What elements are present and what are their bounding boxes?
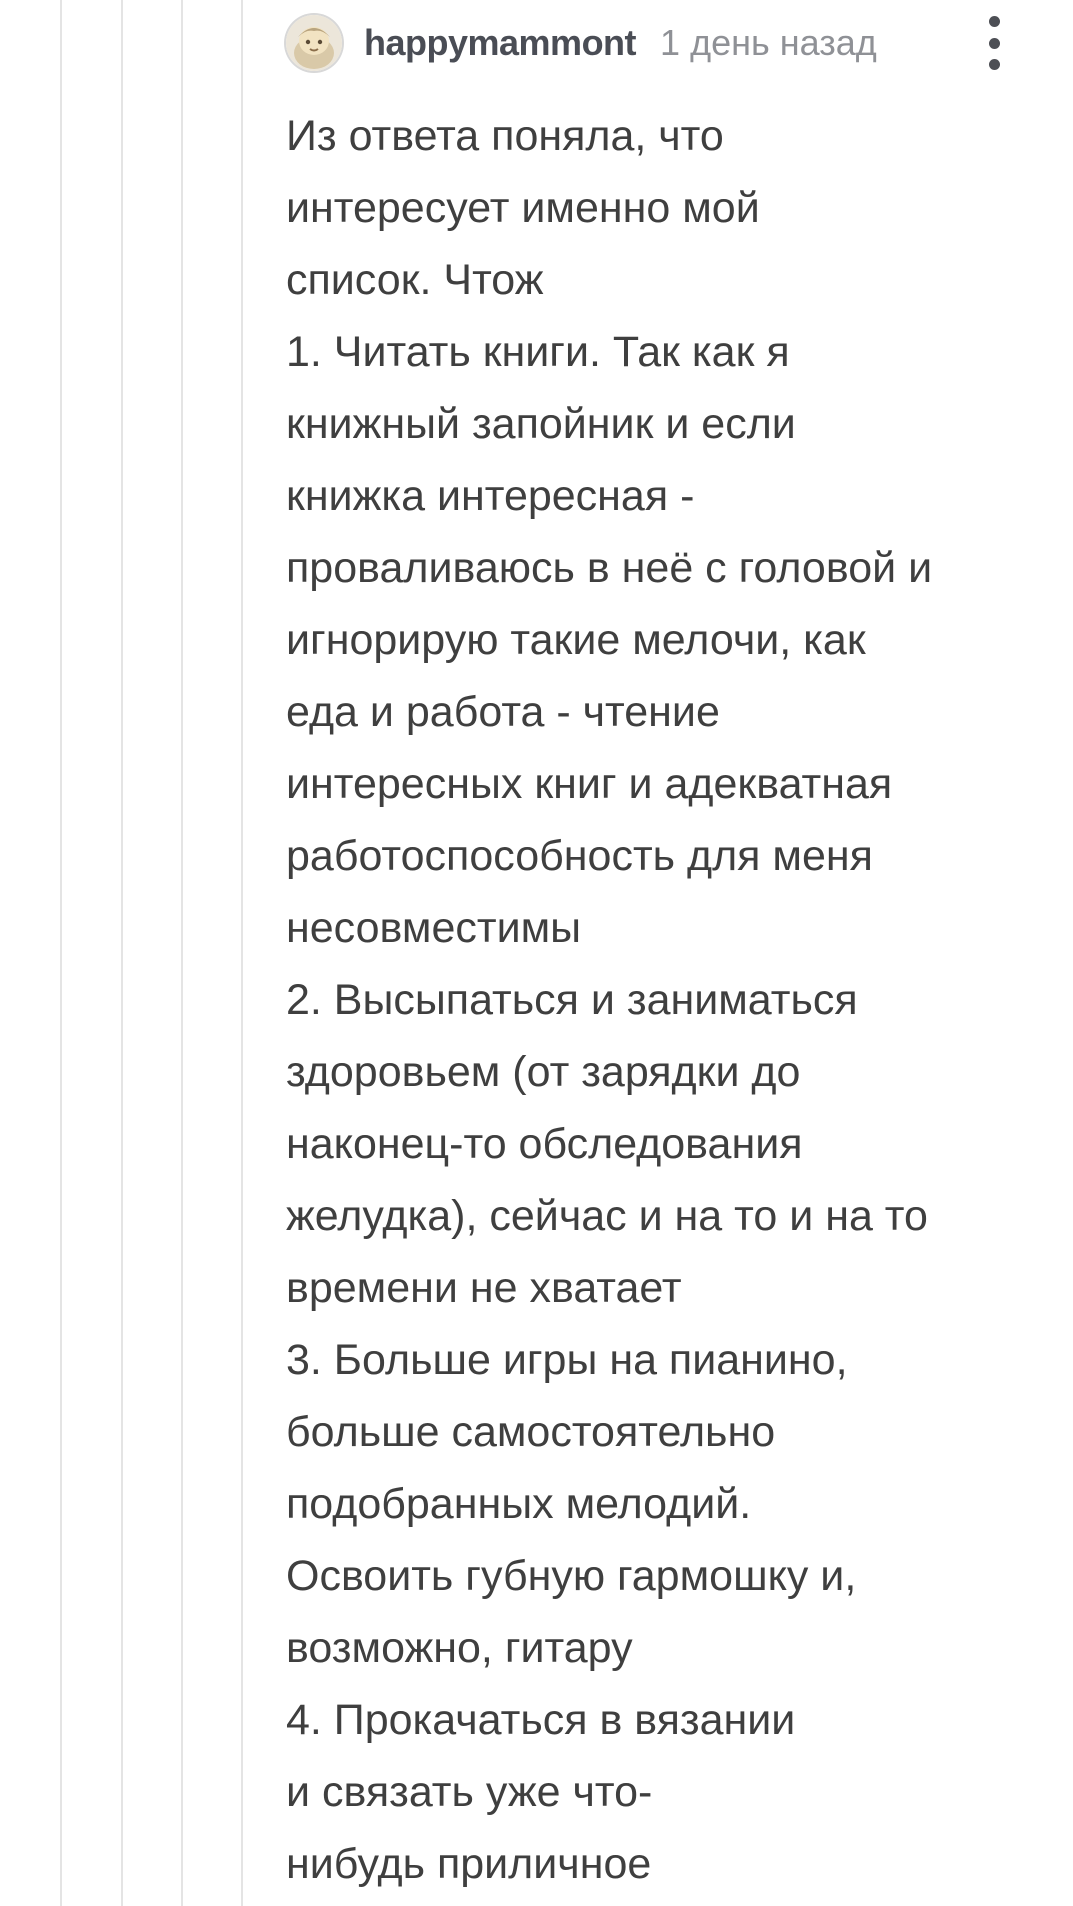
comment-text-line: 3. Больше игры на пианино,	[286, 1336, 848, 1384]
comment-text-line: возможно, гитару	[286, 1624, 633, 1672]
thread-line	[181, 0, 183, 1906]
comment-body: Из ответа поняла, что интересует именно …	[286, 100, 1046, 1900]
more-dot	[988, 59, 1000, 70]
thread-line[interactable]	[241, 0, 243, 1906]
comment-text-line: Освоить губную гармошку и,	[286, 1552, 857, 1600]
comment-text-line: еда и работа - чтение	[286, 688, 720, 736]
comment-text-line: список. Чтож	[286, 256, 544, 304]
comment-text-line: несовместимы	[286, 904, 582, 952]
comment-header: happymammont 1 день назад	[286, 12, 1046, 74]
comment-text-line: 1. Читать книги. Так как я	[286, 328, 790, 376]
more-dot	[988, 37, 1000, 49]
comment-text-line: 2. Высыпаться и заниматься	[286, 976, 858, 1024]
comment-text-line: интересных книг и адекватная	[286, 760, 893, 808]
thread-line	[60, 0, 62, 1906]
comment-text-line: и связать уже что-	[286, 1768, 653, 1816]
comment-text-line: проваливаюсь в неё с головой и	[286, 544, 933, 592]
comment-text-line: книжка интересная -	[286, 472, 695, 520]
comment-timestamp: 1 день назад	[660, 22, 877, 63]
comment-text-line: интересует именно мой	[286, 184, 760, 232]
comment-text-line: подобранных мелодий.	[286, 1480, 752, 1528]
comment-text-line: времени не хватает	[286, 1264, 682, 1312]
comment-username[interactable]: happymammont	[364, 22, 637, 64]
comment-text-line: Из ответа поняла, что	[286, 112, 724, 160]
comment-text-line: работоспособность для меня	[286, 832, 873, 880]
comment-text-line: 4. Прокачаться в вязании	[286, 1696, 796, 1744]
more-dot	[988, 16, 1000, 27]
comment-text-line: книжный запойник и если	[286, 400, 796, 448]
thread-line	[121, 0, 123, 1906]
comment-text-line: здоровьем (от зарядки до	[286, 1048, 801, 1096]
comment-text-line: желудка), сейчас и на то и на то	[286, 1192, 928, 1240]
comment-text-line: больше самостоятельно	[286, 1408, 776, 1456]
comment-text-line: наконец-то обследования	[286, 1120, 803, 1168]
comment-text-line: нибудь приличное	[286, 1840, 652, 1888]
avatar-icon[interactable]	[286, 15, 342, 71]
comment-text-line: игнорирую такие мелочи, как	[286, 616, 866, 664]
more-vertical-icon[interactable]	[976, 16, 1012, 70]
comment: happymammont 1 день назад Из ответа поня…	[286, 12, 1046, 1900]
